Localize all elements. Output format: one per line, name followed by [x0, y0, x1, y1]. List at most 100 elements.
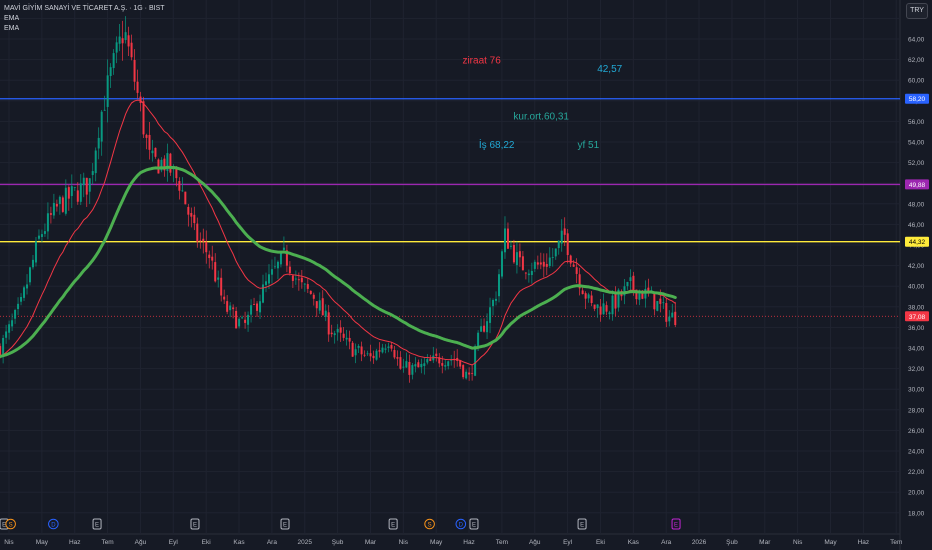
- candle-body: [34, 241, 37, 263]
- x-tick-label: May: [36, 539, 49, 546]
- x-tick-label: Haz: [69, 539, 81, 546]
- candle-body: [253, 304, 256, 305]
- candle-body: [273, 266, 276, 268]
- candle-body: [608, 312, 611, 315]
- x-tick-label: Ağu: [529, 539, 541, 546]
- candle-body: [193, 214, 196, 224]
- candle-body: [602, 303, 605, 315]
- candle-body: [8, 324, 11, 333]
- candle-body: [100, 111, 103, 142]
- indicator-ema-2[interactable]: EMA: [4, 24, 165, 34]
- y-tick-label: 28,00: [908, 407, 925, 414]
- candle-body: [267, 274, 270, 284]
- candle-body: [533, 261, 536, 269]
- y-tick-label: 34,00: [908, 346, 925, 353]
- candle-body: [306, 284, 309, 289]
- candle-body: [444, 365, 447, 367]
- candle-body: [477, 332, 480, 347]
- x-tick-label: 2026: [692, 539, 707, 546]
- candle-body: [324, 310, 327, 317]
- candle-body: [336, 328, 339, 333]
- candle-body: [244, 319, 247, 323]
- candle-body: [426, 359, 429, 363]
- candle-body: [474, 345, 477, 376]
- candle-body: [94, 150, 97, 174]
- candle-body: [250, 305, 253, 315]
- x-tick-label: Eyl: [169, 539, 179, 546]
- candle-body: [199, 240, 202, 242]
- candle-body: [339, 327, 342, 333]
- x-tick-label: Mar: [759, 539, 771, 546]
- candle-body: [58, 196, 61, 205]
- indicator-ema-1[interactable]: EMA: [4, 14, 165, 24]
- candle-body: [303, 283, 306, 285]
- candle-body: [345, 337, 348, 340]
- y-tick-label: 48,00: [908, 201, 925, 208]
- candle-body: [551, 257, 554, 258]
- candle-body: [545, 263, 548, 267]
- candle-body: [76, 190, 79, 202]
- x-tick-label: Ara: [267, 539, 278, 546]
- chart-annotation: kur.ort.60,31: [513, 111, 569, 122]
- candle-body: [214, 262, 217, 282]
- candle-body: [360, 346, 363, 355]
- x-tick-label: Mar: [365, 539, 377, 546]
- candle-body: [414, 364, 417, 367]
- candle-body: [256, 303, 259, 311]
- candle-body: [291, 275, 294, 281]
- candle-body: [408, 361, 411, 375]
- candle-body: [557, 240, 560, 249]
- candle-body: [668, 316, 671, 322]
- candle-body: [23, 287, 26, 298]
- candle-body: [40, 234, 43, 237]
- candle-body: [88, 178, 91, 192]
- candle-body: [264, 281, 267, 285]
- candle-body: [611, 295, 614, 315]
- candle-body: [462, 365, 465, 378]
- candle-body: [566, 233, 569, 256]
- candle-body: [235, 310, 238, 329]
- candle-body: [393, 349, 396, 358]
- candle-body: [524, 272, 527, 274]
- candle-body: [26, 284, 29, 289]
- candle-body: [584, 293, 587, 299]
- candle-body: [674, 311, 677, 326]
- candle-body: [241, 317, 244, 319]
- chart-legend: MAVİ GİYİM SANAYİ VE TİCARET A.Ş. · 1G ·…: [4, 4, 165, 34]
- candle-body: [518, 251, 521, 258]
- price-label: 49,88: [909, 182, 926, 189]
- price-chart[interactable]: 18,00 20,00 22,00 24,00 26,00 28,00 30,00 32,00…: [0, 0, 932, 550]
- candle-body: [55, 203, 58, 207]
- candle-body: [330, 332, 333, 335]
- y-tick-label: 56,00: [908, 119, 925, 126]
- candle-body: [61, 197, 64, 212]
- candle-body: [79, 183, 82, 202]
- candle-body: [106, 75, 109, 107]
- candle-body: [136, 81, 139, 93]
- candle-body: [614, 293, 617, 309]
- candle-body: [536, 262, 539, 265]
- candle-body: [247, 314, 250, 325]
- currency-button[interactable]: TRY: [906, 3, 928, 19]
- candle-body: [43, 231, 46, 234]
- candle-body: [354, 349, 357, 356]
- candle-body: [423, 363, 426, 367]
- candle-body: [294, 278, 297, 280]
- candle-body: [569, 255, 572, 264]
- y-tick-label: 52,00: [908, 160, 925, 167]
- candle-body: [581, 290, 584, 295]
- event-label: E: [674, 522, 678, 528]
- candle-body: [587, 294, 590, 299]
- candle-body: [318, 300, 321, 311]
- y-tick-label: 40,00: [908, 284, 925, 291]
- candle-body: [232, 307, 235, 310]
- x-tick-label: Haz: [463, 539, 475, 546]
- candle-body: [348, 337, 351, 342]
- candle-body: [52, 202, 55, 216]
- y-tick-label: 38,00: [908, 304, 925, 311]
- candle-body: [148, 134, 151, 150]
- candle-body: [560, 230, 563, 244]
- x-tick-label: Nis: [4, 539, 14, 546]
- candle-body: [435, 353, 438, 356]
- candle-body: [659, 298, 662, 304]
